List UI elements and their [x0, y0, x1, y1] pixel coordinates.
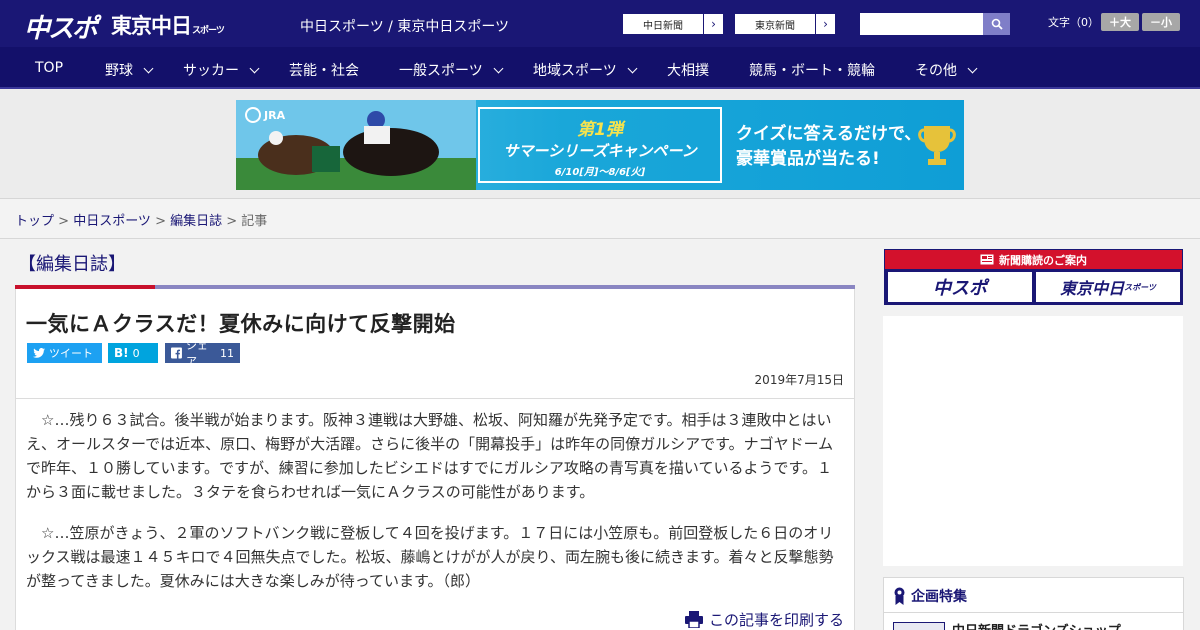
- printer-icon: [684, 611, 703, 628]
- breadcrumb-sep: >: [54, 214, 74, 229]
- search-icon: [991, 18, 1003, 30]
- subscription-box: 新聞購読のご案内 中スポ 東京中日 スポーツ: [884, 249, 1183, 305]
- campaign-dates: 6/10[月]～8/6[火]: [554, 167, 646, 178]
- feature-item-dragons-shop[interactable]: 中日新聞ドラゴンズショップ: [952, 620, 1121, 630]
- chevron-down-icon: [627, 63, 638, 74]
- breadcrumb-chunichi[interactable]: 中日スポーツ: [73, 214, 151, 229]
- feature-thumbnail[interactable]: [893, 622, 945, 630]
- font-size-increase-button[interactable]: ＋大: [1101, 13, 1139, 31]
- newspaper-icon: [980, 254, 994, 265]
- twitter-icon: [33, 348, 45, 358]
- feature-header-label: 企画特集: [911, 589, 967, 605]
- tokyo-chunichi-logo[interactable]: 東京中日スポーツ: [111, 10, 225, 40]
- facebook-icon: [171, 347, 182, 359]
- trophy-icon: [918, 126, 956, 165]
- campaign-round: 第1弾: [577, 120, 623, 140]
- nav-item-top[interactable]: TOP: [35, 60, 63, 76]
- breadcrumb-top[interactable]: トップ: [15, 214, 54, 229]
- tokyo-shimbun-link[interactable]: 東京新聞 ›: [734, 13, 836, 35]
- feature-box: 企画特集 中日新聞ドラゴンズショップ: [883, 577, 1184, 630]
- nav-item-general-sports[interactable]: 一般スポーツ: [399, 60, 504, 80]
- feature-header: 企画特集: [894, 586, 967, 606]
- article: 一気にＡクラスだ！夏休みに向けて反撃開始 ツイート B! 0 シェア 11 20…: [15, 289, 855, 630]
- facebook-share-count: 11: [220, 346, 234, 360]
- subscription-header-label: 新聞購読のご案内: [999, 253, 1087, 267]
- banner-area: JRA 第1弾 サマーシリーズキャンペーン 6/10[月]～8/6[火] クイズ…: [0, 89, 1200, 199]
- nav-item-sumo[interactable]: 大相撲: [667, 60, 709, 80]
- nav-label: TOP: [35, 60, 64, 76]
- font-size-decrease-button[interactable]: －小: [1142, 13, 1180, 31]
- facebook-share-label: シェア: [185, 339, 208, 368]
- nav-label: 地域スポーツ: [533, 63, 617, 79]
- nav-label: サッカー: [183, 63, 239, 79]
- chevron-down-icon: [143, 63, 154, 74]
- nav-item-entertainment[interactable]: 芸能・社会: [289, 60, 359, 80]
- search-button[interactable]: [983, 13, 1010, 35]
- nav-label: その他: [915, 63, 957, 79]
- nav-item-baseball[interactable]: 野球: [105, 60, 154, 80]
- subscription-header: 新聞購読のご案内: [885, 250, 1182, 269]
- breadcrumb-sep: >: [150, 214, 171, 229]
- chevron-right-icon: ›: [703, 14, 723, 34]
- quiz-line-2: 豪華賞品が当たる!: [736, 149, 880, 169]
- nav-label: 野球: [105, 63, 133, 79]
- subscribe-chuspo-button[interactable]: 中スポ: [888, 272, 1032, 302]
- twitter-share-label: ツイート: [49, 347, 93, 360]
- nav-label: 芸能・社会: [289, 63, 359, 79]
- twitter-share-button[interactable]: ツイート: [27, 343, 102, 363]
- chevron-right-icon: ›: [815, 14, 835, 34]
- jra-text: JRA: [264, 108, 286, 122]
- subscribe-tokyo-chunichi-button[interactable]: 東京中日 スポーツ: [1036, 272, 1180, 302]
- tokyo-shimbun-label: 東京新聞: [755, 20, 795, 32]
- font-size-label: 文字（0）: [1048, 16, 1099, 29]
- hatena-icon: B!: [114, 346, 129, 360]
- ribbon-icon: [894, 587, 905, 605]
- main-nav: TOP 野球 サッカー 芸能・社会 一般スポーツ 地域スポーツ 大相撲 競馬・ボ…: [0, 47, 1200, 89]
- breadcrumb-diary[interactable]: 編集日誌: [170, 214, 222, 229]
- nav-label: 大相撲: [667, 63, 709, 79]
- quiz-line-1: クイズに答えるだけで、: [736, 124, 922, 144]
- tokyo-logo-text: 東京中日: [111, 14, 192, 38]
- hatena-bookmark-button[interactable]: B! 0: [108, 343, 158, 363]
- print-article-link[interactable]: この記事を印刷する: [684, 609, 844, 630]
- nav-label: 一般スポーツ: [399, 63, 483, 79]
- campaign-box: 第1弾 サマーシリーズキャンペーン 6/10[月]～8/6[火]: [478, 107, 722, 183]
- section-title: 【編集日誌】: [18, 254, 126, 275]
- search-input[interactable]: [860, 13, 983, 35]
- chuspo-logo[interactable]: 中スポ: [24, 8, 98, 45]
- campaign-title: サマーシリーズキャンペーン: [503, 142, 697, 160]
- article-headline: 一気にＡクラスだ！夏休みに向けて反撃開始: [26, 312, 456, 336]
- nav-label: 競馬・ボート・競輪: [749, 63, 875, 79]
- jra-logo: JRA: [245, 107, 285, 123]
- article-date: 2019年7月15日: [754, 373, 844, 387]
- nav-item-other[interactable]: その他: [915, 60, 978, 80]
- article-paragraph: ☆…笠原がきょう、２軍のソフトバンク戦に登板して４回を投げます。１７日には小笠原…: [26, 524, 834, 590]
- site-links[interactable]: 中日スポーツ / 東京中日スポーツ: [300, 16, 509, 36]
- hatena-count: 0: [132, 346, 140, 360]
- breadcrumb-sep: >: [222, 214, 242, 229]
- chevron-down-icon: [249, 63, 260, 74]
- subscribe-tokyo-suffix: スポーツ: [1124, 282, 1156, 292]
- tokyo-logo-suffix: スポーツ: [192, 26, 225, 36]
- nav-item-local-sports[interactable]: 地域スポーツ: [533, 60, 638, 80]
- chunichi-shimbun-link[interactable]: 中日新聞 ›: [622, 13, 724, 35]
- chevron-down-icon: [967, 63, 978, 74]
- print-label: この記事を印刷する: [708, 611, 844, 629]
- subscribe-tokyo-label: 東京中日: [1060, 279, 1125, 298]
- breadcrumb-current: 記事: [241, 214, 268, 229]
- quiz-text: クイズに答えるだけで、 豪華賞品が当たる!: [736, 122, 921, 172]
- chunichi-shimbun-label: 中日新聞: [643, 20, 683, 32]
- jra-ad-banner[interactable]: JRA 第1弾 サマーシリーズキャンペーン 6/10[月]～8/6[火] クイズ…: [236, 100, 964, 190]
- nav-item-soccer[interactable]: サッカー: [183, 60, 260, 80]
- sidebar-ad-slot: [883, 316, 1183, 566]
- facebook-share-button[interactable]: シェア 11: [165, 339, 240, 368]
- article-divider: [16, 398, 854, 399]
- nav-item-racing[interactable]: 競馬・ボート・競輪: [749, 60, 875, 80]
- site-header: 中スポ 東京中日スポーツ 中日スポーツ / 東京中日スポーツ 中日新聞 › 東京…: [0, 0, 1200, 47]
- chevron-down-icon: [493, 63, 504, 74]
- article-paragraph: ☆…残り６３試合。後半戦が始まります。阪神３連戦は大野雄、松坂、阿知羅が先発予定…: [26, 411, 834, 501]
- breadcrumb: トップ > 中日スポーツ > 編集日誌 > 記事: [0, 199, 1200, 239]
- jra-mark-icon: [245, 107, 261, 123]
- feature-divider: [884, 612, 1183, 613]
